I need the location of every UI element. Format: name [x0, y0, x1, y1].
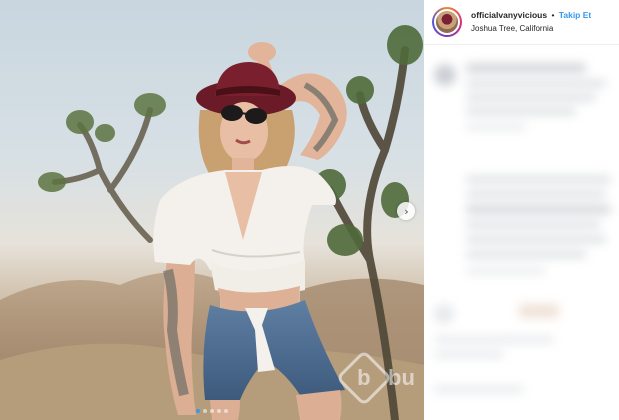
watermark-logo: b	[335, 349, 393, 407]
next-slide-button[interactable]: ›	[397, 202, 415, 220]
follow-button[interactable]: Takip Et	[559, 10, 591, 20]
watermark-logo-letter: b	[357, 364, 371, 390]
watermark: b bu	[335, 349, 415, 407]
post-header: officialvanyvicious • Takip Et Joshua Tr…	[424, 0, 619, 45]
chevron-right-icon: ›	[404, 204, 409, 218]
avatar[interactable]	[432, 7, 462, 37]
carousel-indicator	[0, 409, 424, 413]
location-link[interactable]: Joshua Tree, California	[471, 22, 591, 35]
avatar-image	[434, 9, 460, 35]
carousel-dot	[217, 409, 221, 413]
carousel-dot	[203, 409, 207, 413]
carousel-dot	[210, 409, 214, 413]
carousel-dot	[196, 409, 200, 413]
post-header-text: officialvanyvicious • Takip Et Joshua Tr…	[471, 9, 591, 35]
watermark-text: bu	[388, 365, 415, 390]
post-side-panel: officialvanyvicious • Takip Et Joshua Tr…	[424, 0, 619, 420]
post-header-row: officialvanyvicious • Takip Et	[471, 9, 591, 22]
post-photo[interactable]: › b bu	[0, 0, 424, 420]
carousel-dot	[224, 409, 228, 413]
separator-dot: •	[551, 10, 555, 20]
blurred-comments-content	[424, 46, 619, 420]
username-link[interactable]: officialvanyvicious	[471, 10, 547, 20]
blurred-comments	[424, 46, 619, 420]
